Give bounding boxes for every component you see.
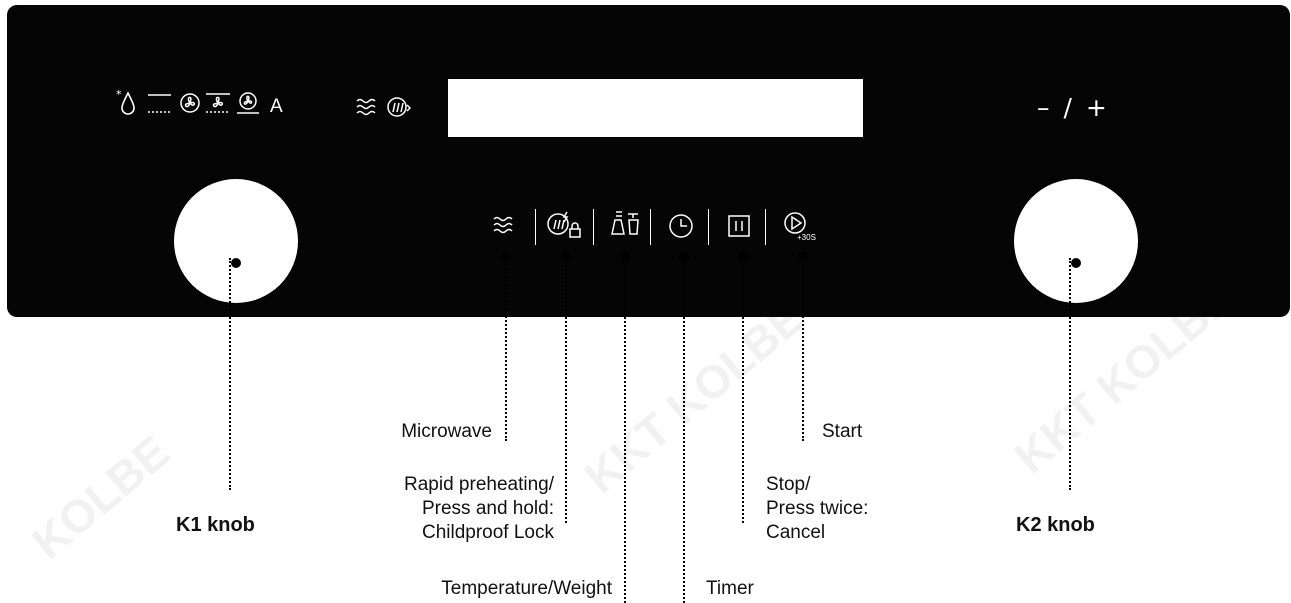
microwave-leader-line xyxy=(505,257,507,441)
rapid-leader-line xyxy=(565,257,567,523)
start-label: Start xyxy=(822,421,863,442)
watermark: KOLBE xyxy=(22,425,179,569)
watermark: KKT KOLBE xyxy=(574,290,814,504)
stop-leader-line xyxy=(742,257,744,523)
stop-label: Stop/ Press twice: Cancel xyxy=(766,473,868,545)
k1-leader-line xyxy=(229,258,231,490)
fan-heat-icon xyxy=(206,93,230,113)
k2-leader-line xyxy=(1069,258,1071,490)
start-leader-line xyxy=(802,257,804,441)
fan-icon xyxy=(180,93,200,113)
display-screen xyxy=(448,79,863,137)
rapid-preheat-lock-icon[interactable] xyxy=(544,208,588,242)
rapid-preheat-label-line-2: Press and hold: xyxy=(421,498,554,519)
microwave-waves-icon xyxy=(356,98,376,116)
microwave-button-icon[interactable] xyxy=(491,210,521,240)
temperature-weight-label: Temperature/Weight xyxy=(441,578,612,599)
timer-leader-line xyxy=(683,257,685,603)
stop-label-line-2: Press twice: xyxy=(766,498,869,519)
microwave-label: Microwave xyxy=(401,421,492,442)
auto-mode-label: A xyxy=(270,96,283,117)
temperature-weight-icon[interactable] xyxy=(608,208,642,242)
microwave-combi-icons xyxy=(356,97,412,117)
separator xyxy=(593,209,594,245)
top-bottom-heat-icon xyxy=(148,94,171,113)
fan-bottom-heat-icon xyxy=(237,92,259,114)
temperature-leader-line xyxy=(624,257,626,603)
rapid-preheat-label-line-3: Childproof Lock xyxy=(421,522,554,543)
rapid-preheat-label: Rapid preheating/ Press and hold: Childp… xyxy=(330,473,554,545)
oven-control-panel: * A – / + +30S xyxy=(7,5,1290,317)
k1-knob-label: K1 knob xyxy=(176,514,255,536)
stop-label-line-1: Stop/ xyxy=(766,474,811,495)
k1-knob-indicator xyxy=(231,258,241,268)
stop-pause-icon[interactable] xyxy=(723,210,755,242)
separator xyxy=(708,209,709,245)
start-badge: +30S xyxy=(797,233,816,242)
stop-label-line-3: Cancel xyxy=(766,522,826,543)
k2-knob-indicator xyxy=(1071,258,1081,268)
start-play-icon[interactable]: +30S xyxy=(780,208,820,244)
combi-heat-icon xyxy=(387,97,412,117)
defrost-icon: * xyxy=(116,88,135,115)
separator xyxy=(765,209,766,245)
mode-icons-row: * A xyxy=(116,88,283,117)
timer-label: Timer xyxy=(706,578,754,599)
separator xyxy=(535,209,536,245)
timer-clock-icon[interactable] xyxy=(665,210,697,242)
svg-text:*: * xyxy=(116,88,122,101)
k2-knob-label: K2 knob xyxy=(1016,514,1095,536)
plus-minus-label: – / + xyxy=(1037,93,1110,122)
rapid-preheat-label-line-1: Rapid preheating/ xyxy=(404,474,554,495)
separator xyxy=(650,209,651,245)
k1-knob[interactable] xyxy=(174,179,298,303)
k2-knob[interactable] xyxy=(1014,179,1138,303)
